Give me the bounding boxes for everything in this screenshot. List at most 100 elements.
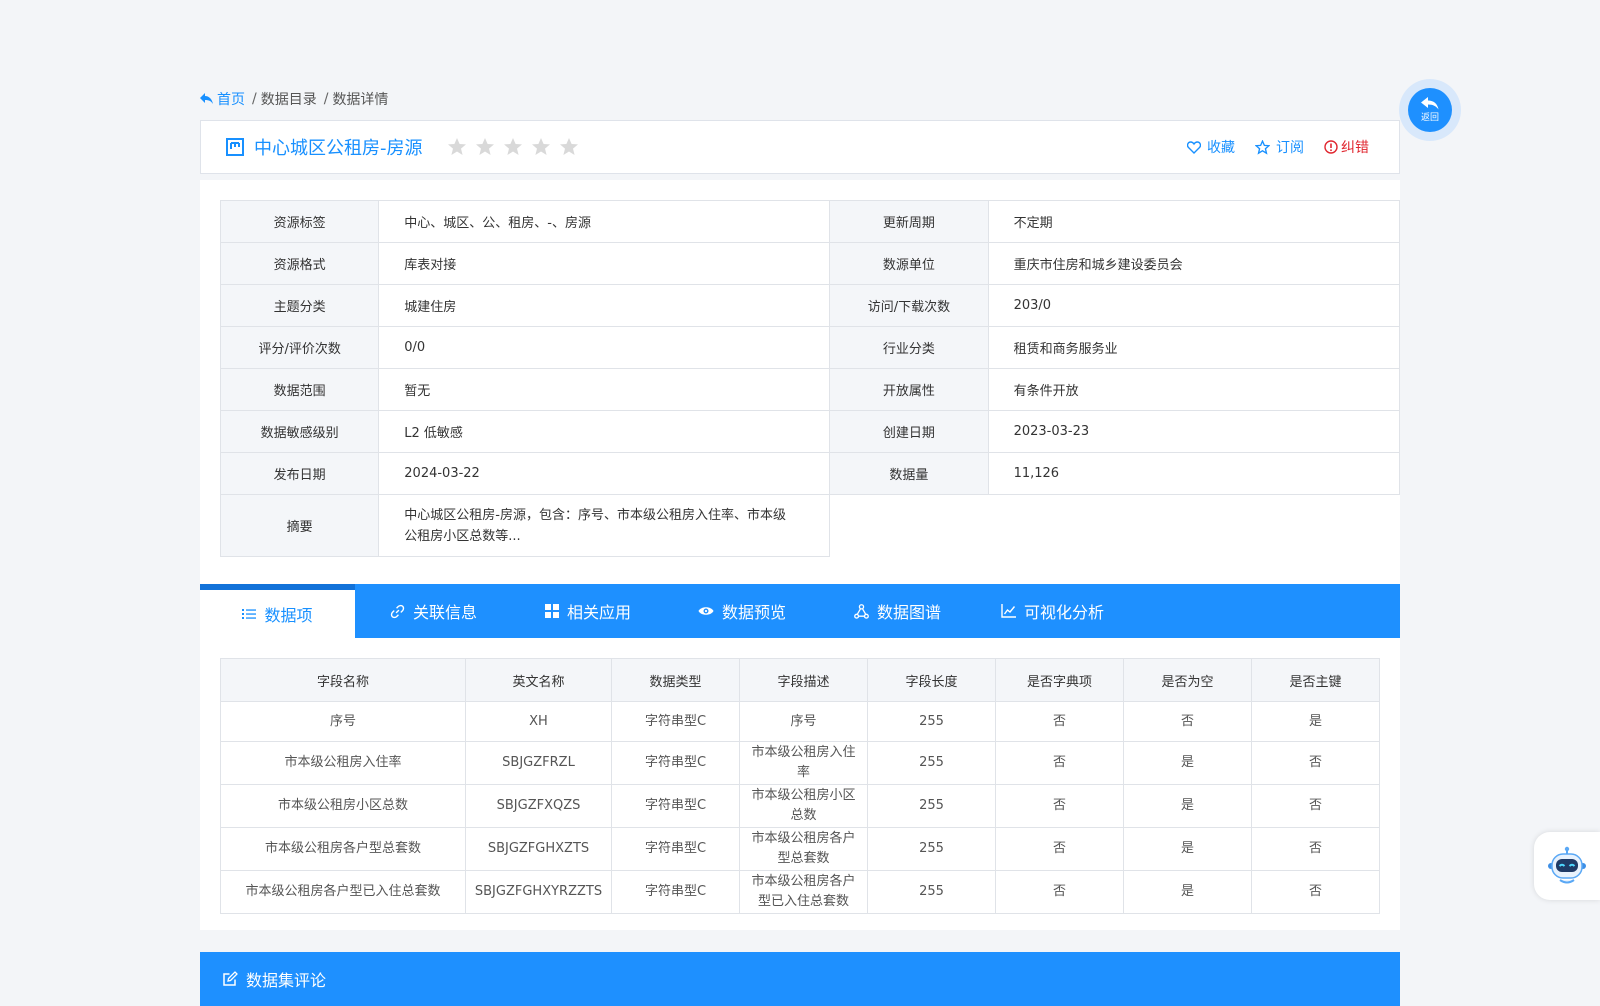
edit-icon: [223, 971, 238, 986]
table-cell: 否: [1251, 784, 1380, 828]
breadcrumb: 首页 / 数据目录 / 数据详情: [200, 89, 388, 109]
table-row: 市本级公租房小区总数 SBJGZFXQZS 字符串型C 市本级公租房小区总数 255 否是…: [220, 784, 1380, 828]
star-icon[interactable]: [499, 136, 527, 158]
table-cell: 字符串型C: [611, 827, 740, 871]
link-icon: [390, 604, 405, 618]
info-value: 中心、城区、公、租房、-、房源: [378, 200, 831, 243]
info-label: 访问/下载次数: [829, 284, 989, 327]
info-label: 摘要: [219, 494, 380, 557]
back-button[interactable]: 返回: [1399, 79, 1461, 141]
breadcrumb-item-detail: 数据详情: [332, 92, 389, 108]
tab-related-apps[interactable]: 相关应用: [545, 584, 631, 638]
table-cell: 是: [1123, 741, 1252, 785]
table-cell: 255: [867, 741, 996, 785]
table-cell: 否: [1251, 827, 1380, 871]
info-label: 数据范围: [219, 368, 380, 411]
info-value: 租赁和商务服务业: [987, 326, 1401, 369]
table-cell: 否: [995, 741, 1124, 785]
report-error-button[interactable]: 纠错: [1324, 137, 1369, 157]
star-icon[interactable]: [471, 136, 499, 158]
column-header: 数据类型: [611, 658, 740, 702]
table-cell: 否: [995, 827, 1124, 871]
table-cell: 市本级公租房各户型总套数: [220, 827, 466, 871]
breadcrumb-separator: /: [252, 91, 257, 107]
info-row-summary: 摘要 中心城区公租房-房源，包含：序号、市本级公租房入住率、市本级公租房小区总数等…: [219, 494, 1400, 557]
table-row: 市本级公租房各户型总套数 SBJGZFGHXZTS 字符串型C 市本级公租房各户型总套…: [220, 827, 1380, 871]
info-value: 2024-03-22: [378, 452, 831, 495]
table-cell: 字符串型C: [611, 870, 740, 914]
summary-text: 中心城区公租房-房源，包含：序号、市本级公租房入住率、市本级公租房小区总数等..…: [378, 494, 831, 557]
info-row: 资源格式 库表对接 数源单位 重庆市住房和城乡建设委员会: [219, 242, 1401, 285]
info-label: 评分/评价次数: [219, 326, 380, 369]
star-icon[interactable]: [527, 136, 555, 158]
table-cell: 是: [1123, 827, 1252, 871]
breadcrumb-home-link[interactable]: 首页: [200, 89, 245, 109]
table-cell: 否: [995, 870, 1124, 914]
info-label: 更新周期: [829, 200, 989, 243]
star-icon[interactable]: [555, 136, 583, 158]
tab-data-items[interactable]: 数据项: [200, 584, 355, 638]
table-cell: 市本级公租房小区总数: [220, 784, 466, 828]
info-row: 数据范围 暂无 开放属性 有条件开放: [219, 368, 1401, 411]
info-label: 数源单位: [829, 242, 989, 285]
info-value: 203/0: [987, 284, 1401, 327]
info-value: 库表对接: [378, 242, 831, 285]
tab-label: 关联信息: [413, 603, 478, 622]
star-outline-icon: [1255, 139, 1270, 155]
table-cell: 市本级公租房小区总数: [739, 784, 868, 828]
tab-label: 数据图谱: [877, 603, 942, 622]
table-row: 市本级公租房入住率 SBJGZFRZL 字符串型C 市本级公租房入住率 255 否是否: [220, 741, 1380, 785]
breadcrumb-item-catalog[interactable]: 数据目录: [261, 89, 317, 109]
info-value: 有条件开放: [987, 368, 1401, 411]
header-actions: 收藏 订阅 纠错: [1167, 121, 1369, 173]
rating-stars[interactable]: [443, 136, 583, 158]
info-row: 数据敏感级别 L2 低敏感 创建日期 2023-03-23: [219, 410, 1401, 453]
table-cell: 是: [1123, 784, 1252, 828]
column-header: 字段长度: [867, 658, 996, 702]
table-row: 市本级公租房各户型已入住总套数 SBJGZFGHXYRZZTS 字符串型C 市本级公租…: [220, 870, 1380, 914]
table-cell: 市本级公租房各户型已入住总套数: [739, 870, 868, 914]
report-error-label: 纠错: [1341, 140, 1369, 156]
info-value: 暂无: [378, 368, 831, 411]
table-cell: 市本级公租房入住率: [220, 741, 466, 785]
assistant-robot-button[interactable]: [1534, 832, 1600, 900]
tab-data-preview[interactable]: 数据预览: [698, 584, 786, 638]
table-cell: 序号: [220, 701, 466, 742]
table-cell: XH: [465, 701, 612, 742]
table-cell: 否: [995, 701, 1124, 742]
apps-icon: [545, 604, 559, 618]
table-cell: SBJGZFGHXZTS: [465, 827, 612, 871]
subscribe-button[interactable]: 订阅: [1255, 137, 1304, 157]
info-label: 数据量: [829, 452, 989, 495]
info-value: L2 低敏感: [378, 410, 831, 453]
comments-header: 数据集评论: [200, 952, 1400, 1006]
tab-label: 数据项: [264, 606, 313, 625]
info-value: 城建住房: [378, 284, 831, 327]
table-cell: 255: [867, 701, 996, 742]
tab-related-info[interactable]: 关联信息: [390, 584, 477, 638]
column-header: 字段名称: [220, 658, 466, 702]
info-label: 创建日期: [829, 410, 989, 453]
back-button-inner: 返回: [1408, 88, 1452, 132]
info-row: 资源标签 中心、城区、公、租房、-、房源 更新周期 不定期: [219, 200, 1401, 243]
table-cell: SBJGZFRZL: [465, 741, 612, 785]
column-header: 是否为空: [1123, 658, 1252, 702]
tab-visual-analysis[interactable]: 可视化分析: [1001, 584, 1104, 638]
dataset-info-panel: 资源标签 中心、城区、公、租房、-、房源 更新周期 不定期 资源格式 库表对接 数源单位 重庆…: [200, 180, 1401, 585]
favorite-button[interactable]: 收藏: [1187, 137, 1235, 157]
data-items-panel: 字段名称 英文名称 数据类型 字段描述 字段长度 是否字典项 是否为空 是否主键 序号 XH 字符…: [200, 638, 1400, 930]
favorite-label: 收藏: [1207, 140, 1235, 156]
return-arrow-icon: [1421, 97, 1439, 110]
dataset-info-table: 资源标签 中心、城区、公、租房、-、房源 更新周期 不定期 资源格式 库表对接 数源单位 重庆…: [219, 200, 1401, 557]
table-cell: 字符串型C: [611, 784, 740, 828]
page-title: 中心城区公租房-房源: [254, 138, 423, 159]
star-icon[interactable]: [443, 136, 471, 158]
dataset-header: 中心城区公租房-房源 收藏 订阅 纠错: [200, 120, 1400, 174]
info-value: 2023-03-23: [987, 410, 1401, 453]
info-row: 评分/评价次数 0/0 行业分类 租赁和商务服务业: [219, 326, 1401, 369]
table-cell: 255: [867, 784, 996, 828]
tab-data-graph[interactable]: 数据图谱: [854, 584, 941, 638]
table-cell: 字符串型C: [611, 741, 740, 785]
subscribe-label: 订阅: [1276, 140, 1304, 156]
table-cell: 否: [995, 784, 1124, 828]
